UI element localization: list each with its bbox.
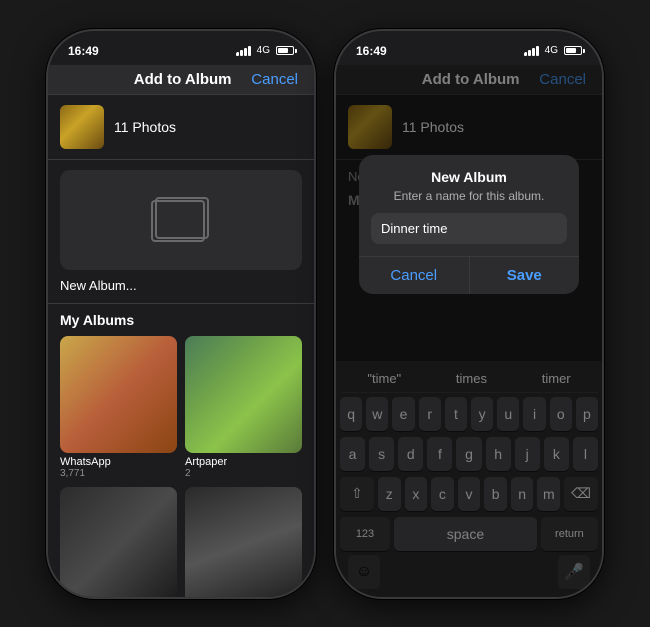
right-screen: Add to Album Cancel 11 Photos New Album.… xyxy=(336,65,602,597)
time-left: 16:49 xyxy=(68,44,99,58)
new-album-dialog: New Album Enter a name for this album. C… xyxy=(359,155,579,294)
album-cover-whatsapp xyxy=(60,336,177,453)
notch xyxy=(121,31,241,59)
left-photos-count: 11 Photos xyxy=(114,119,176,135)
dialog-title: New Album xyxy=(359,155,579,189)
dialog-overlay: New Album Enter a name for this album. C… xyxy=(336,65,602,597)
network-type-right: 4G xyxy=(545,45,558,56)
left-new-album-icon xyxy=(60,170,302,270)
battery-icon-right xyxy=(564,46,582,55)
album-cover-4 xyxy=(185,487,302,597)
notch-right xyxy=(409,31,529,59)
status-icons-right: 4G xyxy=(524,45,582,56)
battery-icon xyxy=(276,46,294,55)
album-item-4[interactable] xyxy=(185,487,302,597)
right-phone: 16:49 4G Add to Album Cancel xyxy=(334,29,604,599)
status-icons-left: 4G xyxy=(236,45,294,56)
left-new-album-label: New Album... xyxy=(60,278,302,293)
left-screen: Add to Album Cancel 11 Photos New Album.… xyxy=(48,65,314,597)
album-cover-artpaper xyxy=(185,336,302,453)
album-placeholder-icon xyxy=(151,197,211,242)
left-my-albums-section: My Albums WhatsApp 3,771 Artpaper 2 xyxy=(48,304,314,597)
dialog-buttons: Cancel Save xyxy=(359,256,579,294)
album-count-whatsapp: 3,771 xyxy=(60,468,177,479)
left-section-title: My Albums xyxy=(60,312,302,328)
left-nav-bar: Add to Album Cancel xyxy=(48,65,314,95)
phones-container: 16:49 4G Add to Album Cancel xyxy=(46,29,604,599)
dialog-cancel-button[interactable]: Cancel xyxy=(359,257,470,294)
left-photo-thumb xyxy=(60,105,104,149)
album-cover-3 xyxy=(60,487,177,597)
album-name-whatsapp: WhatsApp xyxy=(60,456,177,468)
album-item-artpaper[interactable]: Artpaper 2 xyxy=(185,336,302,479)
album-item-3[interactable] xyxy=(60,487,177,597)
album-name-artpaper: Artpaper xyxy=(185,456,302,468)
left-new-album-section[interactable]: New Album... xyxy=(48,160,314,304)
left-cancel-button[interactable]: Cancel xyxy=(251,71,298,88)
left-albums-grid: WhatsApp 3,771 Artpaper 2 xyxy=(60,336,302,597)
network-type: 4G xyxy=(257,45,270,56)
time-right: 16:49 xyxy=(356,44,387,58)
album-item-whatsapp[interactable]: WhatsApp 3,771 xyxy=(60,336,177,479)
album-count-artpaper: 2 xyxy=(185,468,302,479)
album-name-input[interactable] xyxy=(371,213,567,244)
left-photos-strip: 11 Photos xyxy=(48,95,314,160)
dialog-save-button[interactable]: Save xyxy=(470,257,580,294)
dialog-subtitle: Enter a name for this album. xyxy=(359,189,579,213)
left-phone: 16:49 4G Add to Album Cancel xyxy=(46,29,316,599)
left-nav-title: Add to Album xyxy=(134,71,232,88)
